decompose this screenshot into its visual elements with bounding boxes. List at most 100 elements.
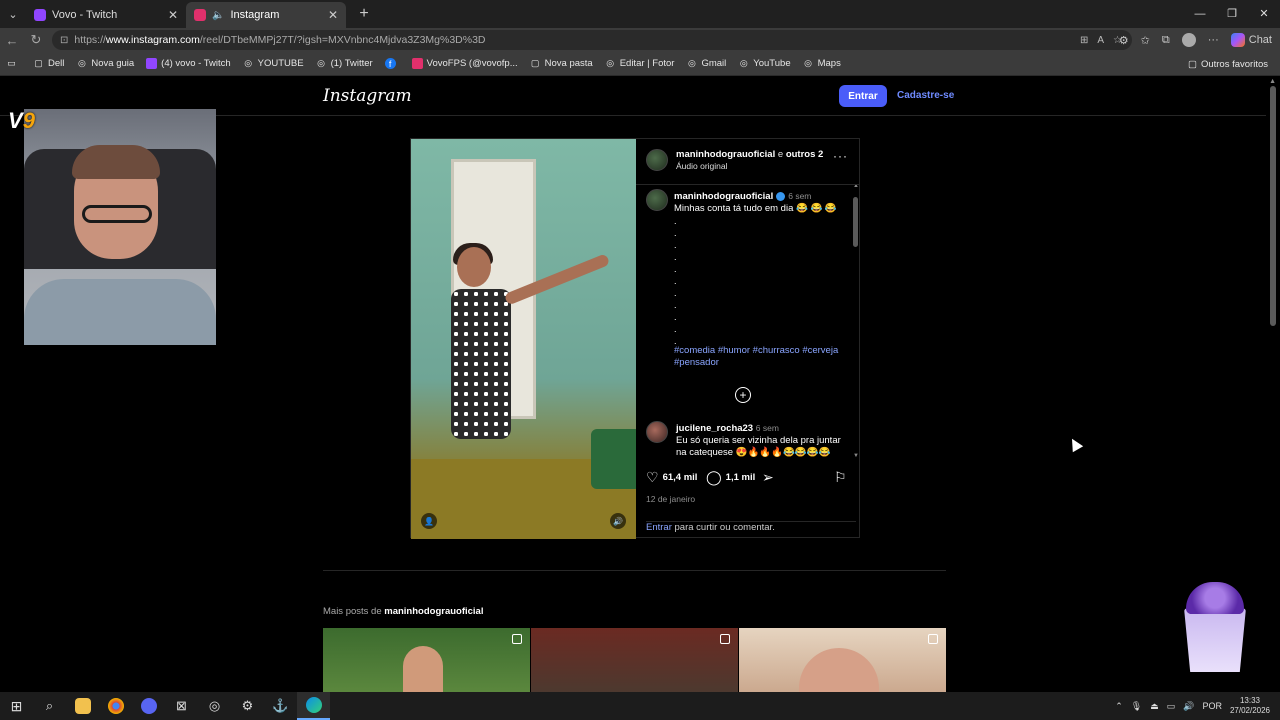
bookmark-item[interactable]: ◎ (1) Twitter [316,58,373,69]
edge-button[interactable] [297,692,330,720]
reload-button[interactable]: ↻ [24,32,48,48]
microphone-icon[interactable]: 🎙 [1131,701,1142,712]
scroll-up-arrow[interactable]: ▲ [1269,78,1276,85]
discord-button[interactable] [132,692,165,720]
toolbar-right: ⚙ ✩ ⧉ ··· Chat [1119,28,1272,52]
read-aloud-icon[interactable]: A [1097,35,1104,46]
volume-icon[interactable]: 🔊 [610,513,626,529]
chevron-up-icon[interactable]: ⌃ [1115,701,1123,712]
share-button[interactable]: ➢ [762,469,778,486]
bookmark-item[interactable]: ▢ Nova pasta [530,58,593,69]
bookmark-item[interactable]: VovoFPS (@vovofp... [411,58,518,69]
xbox-button[interactable]: ⊠ [165,692,198,720]
scroll-down-arrow[interactable]: ▼ [853,453,859,459]
network-icon[interactable]: ▭ [1167,701,1176,712]
page-scrollbar[interactable] [1270,86,1276,326]
coauthors-link[interactable]: outros 2 [786,149,823,160]
tab-actions-menu[interactable]: ⌄ [0,1,26,27]
chrome-button[interactable] [99,692,132,720]
post-actions: ♡ 61,4 mil ◯ 1,1 mil ➢ ⚐ [636,467,860,489]
close-window-button[interactable]: ✕ [1248,0,1280,28]
bookmark-item[interactable]: ◎ Maps [803,58,841,69]
obs-button[interactable]: ◎ [198,692,231,720]
login-button[interactable]: Entrar [839,85,887,107]
tagged-users-icon[interactable]: 👤 [421,513,437,529]
audio-link[interactable]: Áudio original [676,161,728,171]
back-button[interactable]: ← [0,33,24,48]
url-host: www.instagram.com [105,34,200,46]
app-available-icon[interactable]: ⊞ [1080,35,1088,46]
globe-icon: ◎ [688,58,696,68]
folder-icon: ▢ [530,58,540,68]
author-avatar[interactable] [646,149,668,171]
save-button[interactable]: ⚐ [834,469,851,486]
caption-hashtags[interactable]: #comedia #humor #churrasco #cerveja #pen… [674,345,844,369]
bookmark-label: Editar | Fotor [619,58,675,69]
reel-video[interactable]: 👤 🔊 [411,139,636,539]
bookmark-item[interactable]: ▢ Dell [33,58,64,69]
usb-icon[interactable]: ⏏ [1150,701,1159,712]
site-info-icon[interactable]: ⊡ [60,35,68,46]
instagram-logo[interactable]: Instagram [323,86,412,106]
minimize-button[interactable]: — [1184,0,1216,28]
reel-post: 👤 🔊 maninhodograuoficial e outros 2 Áudi… [410,138,860,539]
commenter-avatar[interactable] [646,421,668,443]
language-indicator[interactable]: POR [1202,701,1222,711]
extensions-icon[interactable]: ⚙ [1119,34,1129,47]
comment-button[interactable]: ◯ 1,1 mil [706,469,755,486]
signup-link[interactable]: Cadastre-se [897,90,954,101]
app-icon: ⚓ [272,698,289,713]
start-button[interactable]: ⊞ [0,692,33,720]
post-thumbnail[interactable] [739,628,946,692]
reading-list-icon: ▭ [7,58,16,68]
comments-scrollbar[interactable]: ▲ ▼ [853,185,859,459]
post-thumbnail[interactable] [531,628,738,692]
person [403,646,443,692]
comments-count: 1,1 mil [725,472,756,483]
collections-icon[interactable]: ⧉ [1162,34,1170,47]
browser-toolbar: ← ↻ ⊡ https://www.instagram.com/reel/DTb… [0,28,1280,52]
tab-twitch[interactable]: Vovo - Twitch ✕ [26,2,186,28]
bookmark-item[interactable]: ◎ YOUTUBE [243,58,303,69]
scroll-thumb[interactable] [853,197,858,247]
more-menu-icon[interactable]: ··· [1208,34,1219,46]
close-icon[interactable]: ✕ [168,8,178,22]
commenter-username[interactable]: jucilene_rocha23 [676,423,753,434]
more-options-icon[interactable]: ··· [833,149,848,163]
caption-time: 6 sem [788,191,812,201]
favorites-icon[interactable]: ✩ [1141,34,1150,47]
author-avatar[interactable] [646,189,668,211]
address-bar[interactable]: ⊡ https://www.instagram.com/reel/DTbeMMP… [52,30,1132,50]
login-prompt-link[interactable]: Entrar [646,522,672,533]
bookmark-item[interactable]: ◎ Nova guia [76,58,134,69]
tab-instagram[interactable]: 🔈 Instagram ✕ [186,2,346,28]
search-button[interactable]: ⌕ [33,692,66,720]
other-favorites[interactable]: ▢ Outros favoritos [1188,52,1268,76]
caption-author[interactable]: maninhodograuoficial [674,191,773,202]
comments-section: maninhodograuoficial 6 sem Minhas conta t… [636,185,860,461]
file-explorer-button[interactable] [66,692,99,720]
bookmark-item[interactable]: ◎ YouTube [738,58,791,69]
author-username[interactable]: maninhodograuoficial [676,149,775,160]
restore-button[interactable]: ❐ [1216,0,1248,28]
bookmark-item[interactable]: ◎ Editar | Fotor [605,58,675,69]
bookmark-reading-list[interactable]: ▭ [6,58,21,69]
post-thumbnail[interactable] [323,628,530,692]
bookmark-item[interactable]: f [384,58,400,69]
volume-icon[interactable]: 🔊 [1183,701,1194,712]
clock[interactable]: 13:33 27/02/2026 [1230,696,1270,716]
copilot-chat-button[interactable]: Chat [1230,33,1272,47]
load-more-comments-icon[interactable]: + [735,387,751,403]
scroll-up-arrow[interactable]: ▲ [853,185,859,189]
app-button[interactable]: ⚓ [264,692,297,720]
bookmark-item[interactable]: ◎ Gmail [686,58,726,69]
new-tab-button[interactable]: + [352,2,376,26]
speaker-icon[interactable]: 🔈 [212,10,224,21]
window-controls: — ❐ ✕ [1184,0,1280,28]
steam-button[interactable]: ⚙ [231,692,264,720]
more-posts-user[interactable]: maninhodograuoficial [384,606,483,617]
bookmark-item[interactable]: (4) vovo - Twitch [146,58,231,69]
profile-avatar[interactable] [1181,33,1196,47]
close-icon[interactable]: ✕ [328,8,338,22]
like-button[interactable]: ♡ 61,4 mil [646,469,697,486]
